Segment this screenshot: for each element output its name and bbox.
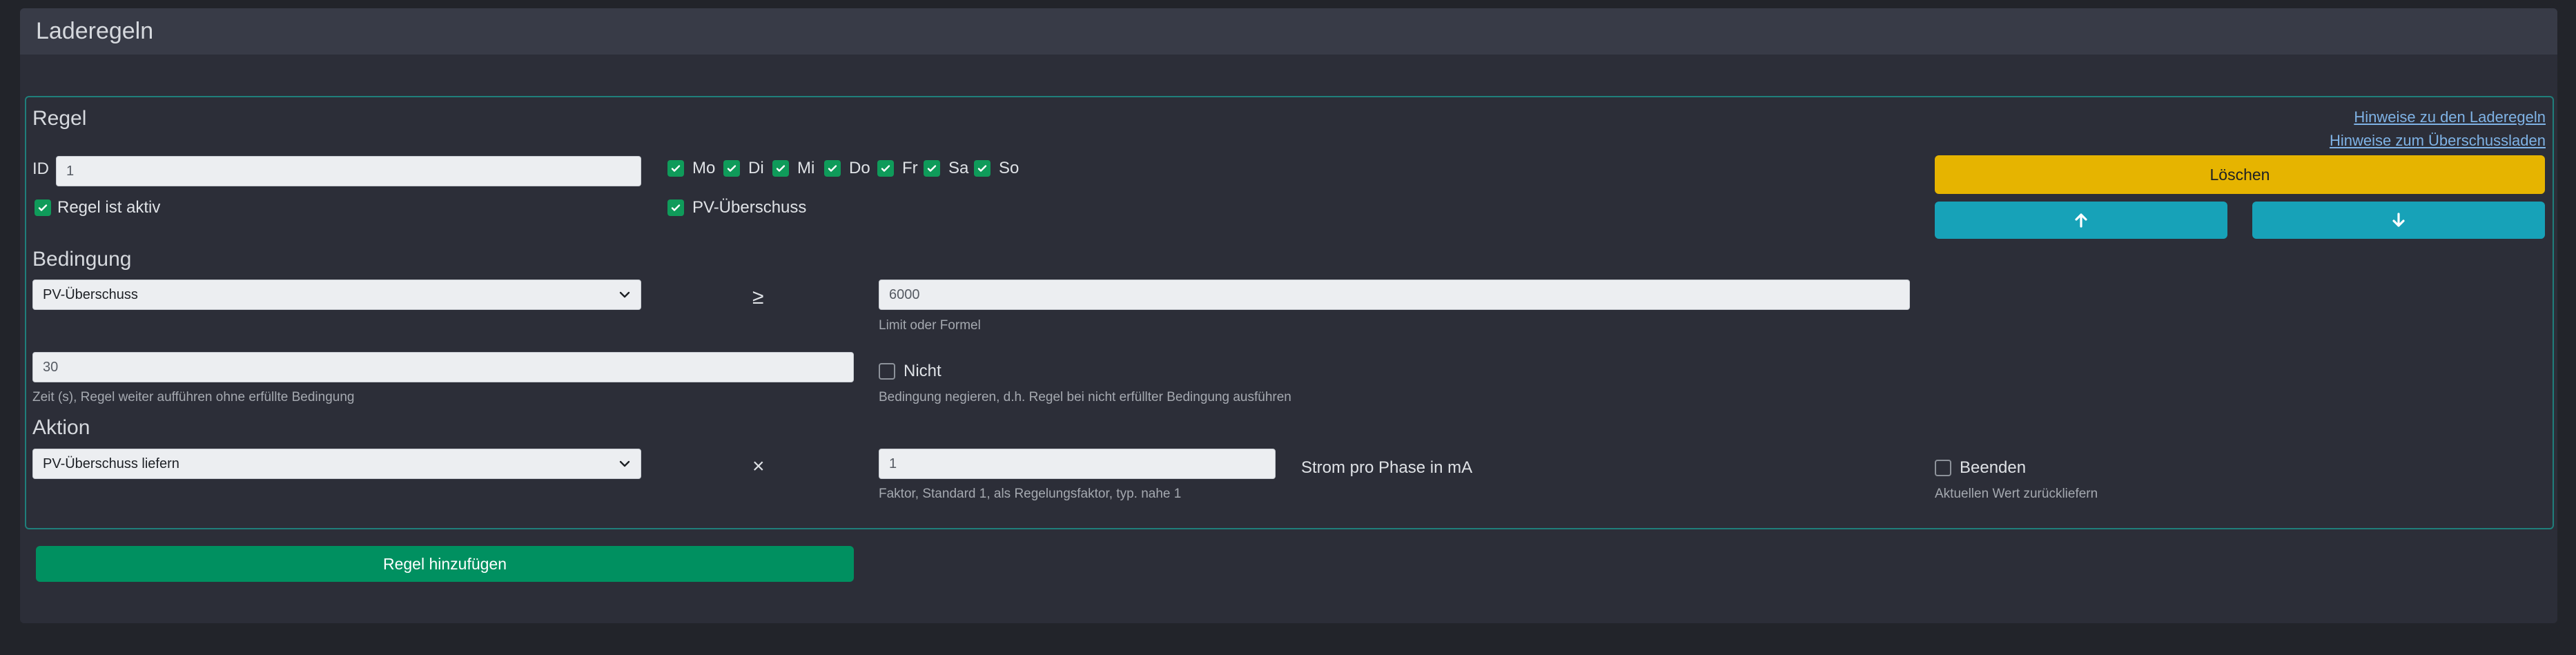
check-icon — [727, 165, 736, 172]
arrow-down-icon — [2392, 213, 2405, 227]
check-icon — [671, 165, 681, 172]
day-checkbox-di[interactable] — [723, 160, 740, 177]
pv-surplus-label: PV-Überschuss — [692, 198, 807, 217]
active-checkbox[interactable] — [35, 199, 51, 216]
card-header — [20, 8, 2557, 55]
check-icon — [776, 165, 786, 172]
negate-label: Nicht — [904, 362, 941, 380]
day-checkbox-fr[interactable] — [877, 160, 894, 177]
condition-select[interactable]: PV-Überschuss — [32, 280, 641, 310]
end-help: Aktuellen Wert zurückliefern — [1935, 487, 2098, 501]
active-label: Regel ist aktiv — [57, 198, 161, 217]
pv-surplus-checkbox[interactable] — [667, 199, 684, 216]
day-label-sa: Sa — [948, 159, 969, 177]
id-input[interactable]: 1 — [56, 156, 641, 186]
check-icon — [881, 165, 890, 172]
day-checkbox-do[interactable] — [824, 160, 841, 177]
day-label-fr: Fr — [902, 159, 918, 177]
day-label-mi: Mi — [797, 159, 815, 177]
limit-input[interactable]: 6000 — [879, 280, 1910, 310]
add-rule-button[interactable]: Regel hinzufügen — [36, 546, 854, 582]
check-icon — [828, 165, 837, 172]
day-label-mo: Mo — [692, 159, 716, 177]
day-label-do: Do — [849, 159, 870, 177]
delete-button[interactable]: Löschen — [1935, 155, 2545, 194]
day-checkbox-mi[interactable] — [772, 160, 789, 177]
condition-operator: ≥ — [752, 286, 764, 309]
check-icon — [977, 165, 987, 172]
action-operator: × — [752, 455, 765, 478]
rule-section-title: Regel — [32, 107, 87, 130]
factor-help: Faktor, Standard 1, als Regelungsfaktor,… — [879, 487, 1182, 501]
action-section-title: Aktion — [32, 416, 90, 439]
action-select[interactable]: PV-Überschuss liefern — [32, 449, 641, 479]
factor-input[interactable]: 1 — [879, 449, 1276, 479]
end-checkbox[interactable] — [1935, 460, 1951, 476]
move-down-button[interactable] — [2252, 202, 2545, 239]
time-input[interactable]: 30 — [32, 352, 854, 382]
check-icon — [671, 204, 681, 211]
condition-select-value: PV-Überschuss — [43, 287, 138, 302]
move-up-button[interactable] — [1935, 202, 2227, 239]
time-help: Zeit (s), Regel weiter aufführen ohne er… — [32, 390, 355, 404]
arrow-up-icon — [2075, 213, 2087, 228]
day-checkbox-mo[interactable] — [667, 160, 684, 177]
chevron-down-icon — [619, 460, 630, 467]
check-icon — [38, 204, 48, 211]
surplus-hint-link[interactable]: Hinweise zum Überschussladen — [2330, 131, 2546, 150]
day-label-di: Di — [748, 159, 764, 177]
id-label: ID — [32, 159, 49, 178]
negate-help: Bedingung negieren, d.h. Regel bei nicht… — [879, 390, 1291, 404]
page-title: Laderegeln — [36, 18, 154, 44]
action-select-value: PV-Überschuss liefern — [43, 456, 179, 471]
chevron-down-icon — [619, 291, 630, 298]
check-icon — [927, 165, 937, 172]
negate-checkbox[interactable] — [879, 363, 895, 380]
end-label: Beenden — [1960, 458, 2027, 477]
unit-label: Strom pro Phase in mA — [1301, 458, 1473, 477]
day-checkbox-sa[interactable] — [924, 160, 940, 177]
limit-help: Limit oder Formel — [879, 318, 981, 333]
day-checkbox-so[interactable] — [974, 160, 991, 177]
condition-section-title: Bedingung — [32, 248, 132, 271]
rules-hint-link[interactable]: Hinweise zu den Laderegeln — [2354, 108, 2546, 127]
day-label-so: So — [999, 159, 1019, 177]
